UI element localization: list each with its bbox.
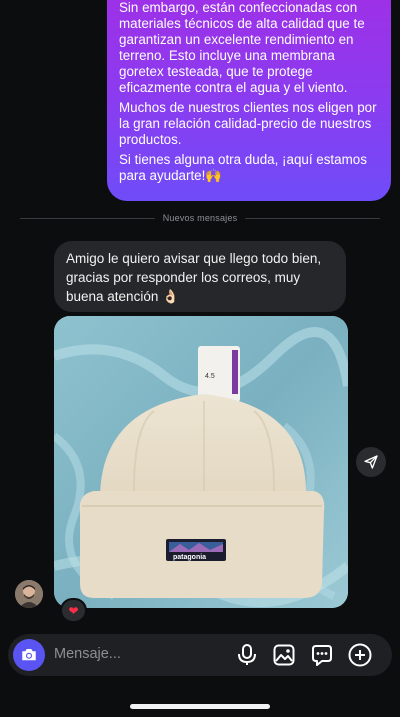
outgoing-message-paragraph: Sin embargo, están confeccionadas con ma…	[119, 0, 365, 95]
message-input[interactable]: Mensaje...	[54, 646, 121, 662]
new-messages-label: Nuevos mensajes	[162, 213, 238, 223]
gallery-icon	[273, 644, 295, 666]
microphone-button[interactable]	[235, 643, 259, 667]
incoming-message-text: Amigo le quiero avisar que llego todo bi…	[66, 251, 322, 304]
heart-reaction-badge[interactable]: ❤	[60, 598, 87, 623]
sticker-button[interactable]	[310, 643, 334, 667]
sticker-icon	[312, 645, 332, 666]
camera-icon	[22, 649, 36, 661]
share-button[interactable]	[356, 447, 386, 477]
gallery-button[interactable]	[272, 643, 296, 667]
send-icon	[364, 455, 378, 469]
avatar[interactable]	[15, 580, 43, 608]
hang-tag-text: 4.5	[205, 373, 215, 380]
outgoing-message-paragraph: Si tienes alguna otra duda, ¡aquí estamo…	[119, 152, 367, 183]
camera-button[interactable]	[13, 639, 45, 671]
message-photo[interactable]: 4.5 patagonia	[54, 316, 348, 608]
home-indicator	[130, 704, 270, 709]
outgoing-message-bubble[interactable]: Sin embargo, están confeccionadas con ma…	[107, 0, 391, 201]
divider-line	[20, 217, 155, 219]
message-composer: Mensaje...	[8, 634, 392, 676]
plus-icon	[348, 643, 372, 667]
add-button[interactable]	[348, 643, 372, 667]
microphone-icon	[238, 644, 256, 665]
outgoing-message-paragraph: Muchos de nuestros clientes nos eligen p…	[119, 100, 377, 147]
brand-label-text: patagonia	[173, 554, 206, 561]
heart-icon: ❤	[68, 603, 79, 618]
beanie-photo-image: 4.5 patagonia	[54, 316, 348, 608]
avatar-image	[15, 580, 43, 608]
incoming-message-bubble[interactable]: Amigo le quiero avisar que llego todo bi…	[54, 241, 346, 312]
divider-line	[245, 217, 381, 219]
new-messages-divider: Nuevos mensajes	[20, 210, 381, 226]
